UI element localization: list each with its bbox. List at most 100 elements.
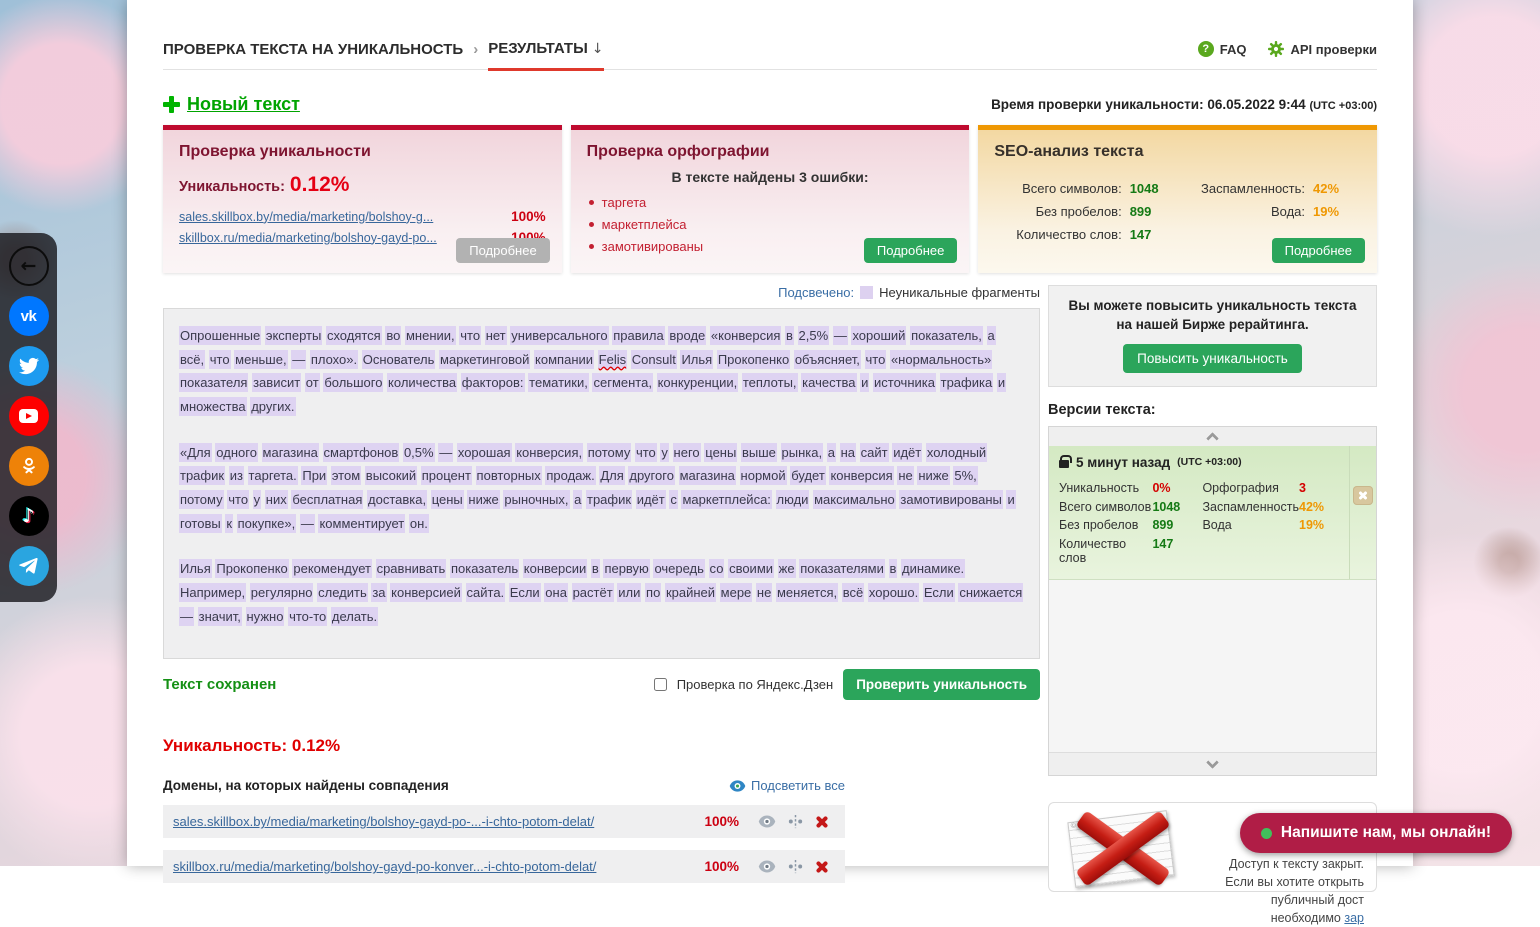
- vk-icon[interactable]: vk: [9, 296, 49, 336]
- highlighted-word: идёт: [636, 490, 666, 509]
- domain-link[interactable]: skillbox.ru/media/marketing/bolshoy-gayd…: [173, 859, 696, 874]
- register-link[interactable]: зар: [1344, 911, 1364, 925]
- highlighted-word: 2,5%: [798, 326, 830, 345]
- highlighted-word: что: [227, 490, 249, 509]
- highlighted-word: всё: [842, 583, 865, 602]
- stat-value: 19%: [1299, 518, 1339, 532]
- highlighted-word: показатель,: [910, 326, 983, 345]
- highlighted-word: идёт: [892, 443, 922, 462]
- highlighted-word: показатель: [450, 559, 519, 578]
- legend-item: Неуникальные фрагменты: [879, 285, 1040, 300]
- availability-text-1: Доступ к тексту закрыт. Если вы хотите о…: [1225, 857, 1364, 907]
- highlighted-word: Опрошенные: [179, 326, 261, 345]
- highlighted-word: 0,5%: [403, 443, 435, 462]
- stat-label: Заспамленность: [1202, 500, 1299, 514]
- highlighted-word: у: [253, 490, 262, 509]
- highlighted-word: маркетплейса:: [681, 490, 771, 509]
- availability-text-2: необходимо: [1271, 911, 1341, 925]
- plus-icon: [163, 96, 180, 113]
- highlighted-word: него: [673, 443, 701, 462]
- new-text-link[interactable]: Новый текст: [163, 94, 300, 115]
- seo-more-button[interactable]: Подробнее: [1272, 238, 1365, 263]
- breadcrumb: ПРОВЕРКА ТЕКСТА НА УНИКАЛЬНОСТЬ › РЕЗУЛЬ…: [163, 0, 1377, 70]
- highlighted-word: вроде: [668, 326, 706, 345]
- spelling-more-button[interactable]: Подробнее: [864, 238, 957, 263]
- highlighted-word: сходятся: [326, 326, 382, 345]
- youtube-play-glyph: [19, 409, 38, 423]
- highlighted-word: бесплатная: [291, 490, 363, 509]
- chat-button[interactable]: Напишите нам, мы онлайн!: [1240, 813, 1512, 853]
- compare-text-button[interactable]: [788, 859, 803, 874]
- compare-icon[interactable]: [788, 859, 803, 874]
- highlighted-word: а: [987, 326, 996, 345]
- checked-text-area[interactable]: Опрошенные эксперты сходятся во мнении, …: [163, 308, 1040, 659]
- match-source-link[interactable]: skillbox.ru/media/marketing/bolshoy-gayd…: [179, 229, 437, 248]
- highlighted-word: выше: [741, 443, 777, 462]
- stat-value: 3: [1299, 481, 1339, 495]
- raise-uniqueness-button[interactable]: Повысить уникальность: [1123, 344, 1302, 373]
- highlighted-word: Прокопенко: [717, 350, 790, 369]
- highlighted-word: конверсии: [523, 559, 588, 578]
- highlight-all-link[interactable]: Подсветить все: [729, 778, 845, 793]
- domain-link[interactable]: sales.skillbox.by/media/marketing/bolsho…: [173, 814, 696, 829]
- eye-icon[interactable]: [758, 860, 776, 873]
- versions-scroll-down[interactable]: [1049, 752, 1376, 775]
- youtube-icon[interactable]: [9, 396, 49, 436]
- highlighted-word: покупке»,: [237, 514, 297, 533]
- delete-domain-button[interactable]: [815, 815, 829, 829]
- main-panel: ПРОВЕРКА ТЕКСТА НА УНИКАЛЬНОСТЬ › РЕЗУЛЬ…: [127, 0, 1413, 866]
- twitter-icon[interactable]: [9, 346, 49, 386]
- highlighted-word: в: [591, 559, 600, 578]
- domain-row: sales.skillbox.by/media/marketing/bolsho…: [163, 805, 845, 838]
- highlighted-word: а: [827, 443, 836, 462]
- spelling-error-item[interactable]: маркетплейса: [587, 217, 954, 232]
- compare-text-button[interactable]: [788, 814, 803, 829]
- compare-icon[interactable]: [788, 814, 803, 829]
- highlighted-word: за: [371, 583, 386, 602]
- highlighted-word: что: [865, 350, 887, 369]
- stat-label: Всего символов:: [1022, 181, 1122, 196]
- highlighted-word: —: [179, 607, 194, 626]
- highlighted-word: со: [709, 559, 725, 578]
- highlighted-word: в: [785, 326, 794, 345]
- delete-domain-button[interactable]: [815, 860, 829, 874]
- eye-icon[interactable]: [758, 815, 776, 828]
- highlighted-word: множества: [179, 397, 247, 416]
- highlighted-word: Consult: [631, 350, 677, 369]
- uniqueness-card: Проверка уникальности Уникальность:0.12%…: [163, 125, 562, 273]
- api-link[interactable]: API проверки: [1268, 41, 1377, 57]
- breadcrumb-separator-icon: ›: [473, 41, 478, 58]
- check-uniqueness-button[interactable]: Проверить уникальность: [843, 669, 1040, 700]
- check-time-value: 06.05.2022 9:44: [1207, 97, 1305, 112]
- version-time: 5 минут назад: [1076, 455, 1170, 470]
- highlight-matches-button[interactable]: [758, 860, 776, 873]
- odnoklassniki-icon[interactable]: [9, 446, 49, 486]
- highlighted-word: потому: [587, 443, 632, 462]
- match-source-link[interactable]: sales.skillbox.by/media/marketing/bolsho…: [179, 208, 433, 227]
- yandex-zen-checkbox[interactable]: [654, 678, 667, 691]
- spelling-error-item[interactable]: таргета: [587, 195, 954, 210]
- tiktok-icon[interactable]: ♪: [9, 496, 49, 536]
- back-arrow-button[interactable]: ←: [9, 246, 49, 286]
- breadcrumb-results-wrap[interactable]: РЕЗУЛЬТАТЫ↓: [488, 40, 603, 71]
- breadcrumb-check-text[interactable]: ПРОВЕРКА ТЕКСТА НА УНИКАЛЬНОСТЬ: [163, 41, 463, 58]
- check-time: Время проверки уникальности: 06.05.2022 …: [991, 97, 1377, 112]
- uniqueness-more-button[interactable]: Подробнее: [456, 238, 549, 263]
- highlighted-word: он.: [409, 514, 429, 533]
- telegram-icon[interactable]: [9, 546, 49, 586]
- highlighted-word: «Для: [179, 443, 212, 462]
- promo-text: Вы можете повысить уникальность текста н…: [1063, 297, 1362, 335]
- versions-scroll-up[interactable]: [1049, 427, 1376, 446]
- highlighted-word: Если: [923, 583, 955, 602]
- version-delete-button[interactable]: [1353, 486, 1373, 505]
- highlighted-word: а: [573, 490, 582, 509]
- stat-value: 0%: [1152, 481, 1192, 495]
- highlighted-word: смартфонов: [323, 443, 400, 462]
- highlighted-word: не: [897, 466, 913, 485]
- highlight-matches-button[interactable]: [758, 815, 776, 828]
- highlighted-word: мнении,: [405, 326, 456, 345]
- breadcrumb-results[interactable]: РЕЗУЛЬТАТЫ: [488, 40, 588, 57]
- version-item[interactable]: 5 минут назад (UTC +03:00) Уникальность0…: [1049, 446, 1376, 581]
- highlighted-word: процент: [421, 466, 472, 485]
- faq-link[interactable]: ? FAQ: [1198, 41, 1247, 57]
